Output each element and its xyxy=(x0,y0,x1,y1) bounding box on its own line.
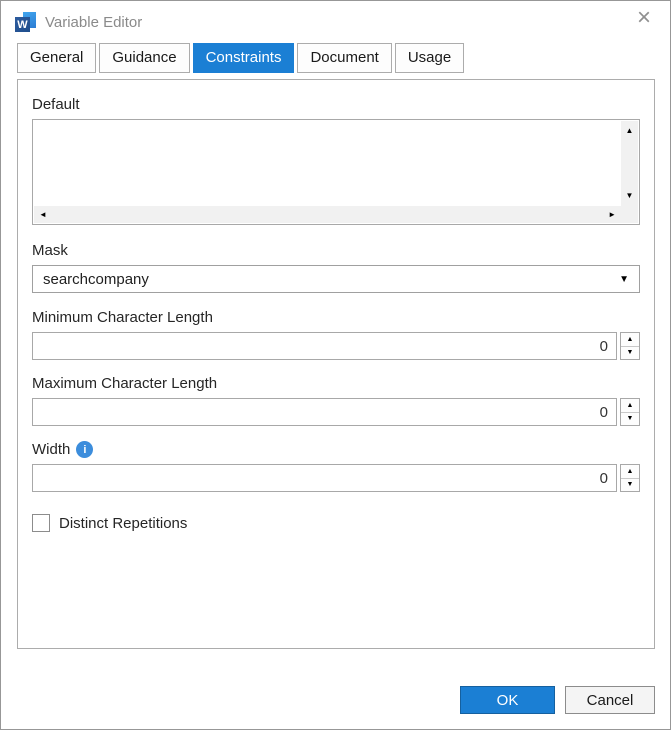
min-length-input[interactable] xyxy=(32,332,617,360)
scroll-down-icon[interactable]: ▼ xyxy=(626,189,634,203)
horizontal-scrollbar[interactable]: ◄ ► xyxy=(34,206,621,223)
scroll-left-icon[interactable]: ◄ xyxy=(39,210,47,219)
info-icon[interactable]: i xyxy=(76,441,93,458)
width-row: ▲ ▼ xyxy=(32,464,640,492)
max-length-row: ▲ ▼ xyxy=(32,398,640,426)
max-length-input[interactable] xyxy=(32,398,617,426)
cancel-button[interactable]: Cancel xyxy=(565,686,655,714)
width-input[interactable] xyxy=(32,464,617,492)
tab-document[interactable]: Document xyxy=(297,43,391,73)
distinct-repetitions-checkbox[interactable] xyxy=(32,514,50,532)
word-icon-letter: W xyxy=(15,17,30,32)
close-icon[interactable]: × xyxy=(630,8,658,36)
window-title: Variable Editor xyxy=(45,14,142,31)
word-app-icon: W xyxy=(15,12,36,32)
min-length-row: ▲ ▼ xyxy=(32,332,640,360)
ok-button[interactable]: OK xyxy=(460,686,555,714)
default-label: Default xyxy=(32,96,640,113)
max-length-spinner: ▲ ▼ xyxy=(620,398,640,426)
tab-strip: General Guidance Constraints Document Us… xyxy=(1,43,670,73)
mask-dropdown-value: searchcompany xyxy=(43,271,619,288)
spinner-up-icon[interactable]: ▲ xyxy=(621,465,639,479)
tab-general[interactable]: General xyxy=(17,43,96,73)
distinct-repetitions-label: Distinct Repetitions xyxy=(59,515,187,532)
spinner-up-icon[interactable]: ▲ xyxy=(621,399,639,413)
default-text-area[interactable] xyxy=(34,121,620,205)
variable-editor-dialog: W Variable Editor × General Guidance Con… xyxy=(0,0,671,730)
mask-label: Mask xyxy=(32,242,640,259)
footer-buttons: OK Cancel xyxy=(460,686,655,714)
tab-usage[interactable]: Usage xyxy=(395,43,464,73)
max-length-label: Maximum Character Length xyxy=(32,375,640,392)
spinner-up-icon[interactable]: ▲ xyxy=(621,333,639,347)
tab-guidance[interactable]: Guidance xyxy=(99,43,189,73)
min-length-label: Minimum Character Length xyxy=(32,309,640,326)
width-spinner: ▲ ▼ xyxy=(620,464,640,492)
constraints-tab-panel: Default ▲ ▼ ◄ ► Mask searchcompany ▼ Min… xyxy=(17,79,655,649)
tab-constraints[interactable]: Constraints xyxy=(193,43,295,73)
chevron-down-icon[interactable]: ▼ xyxy=(619,274,629,285)
spinner-down-icon[interactable]: ▼ xyxy=(621,413,639,426)
distinct-repetitions-row: Distinct Repetitions xyxy=(32,514,640,532)
width-label-text: Width xyxy=(32,441,70,458)
mask-dropdown[interactable]: searchcompany ▼ xyxy=(32,265,640,293)
scroll-up-icon[interactable]: ▲ xyxy=(626,124,634,138)
width-label: Width i xyxy=(32,441,640,458)
title-bar: W Variable Editor × xyxy=(1,1,670,43)
default-textbox[interactable]: ▲ ▼ ◄ ► xyxy=(32,119,640,225)
scroll-right-icon[interactable]: ► xyxy=(608,210,616,219)
min-length-spinner: ▲ ▼ xyxy=(620,332,640,360)
spinner-down-icon[interactable]: ▼ xyxy=(621,347,639,360)
spinner-down-icon[interactable]: ▼ xyxy=(621,479,639,492)
vertical-scrollbar[interactable]: ▲ ▼ xyxy=(621,121,638,223)
